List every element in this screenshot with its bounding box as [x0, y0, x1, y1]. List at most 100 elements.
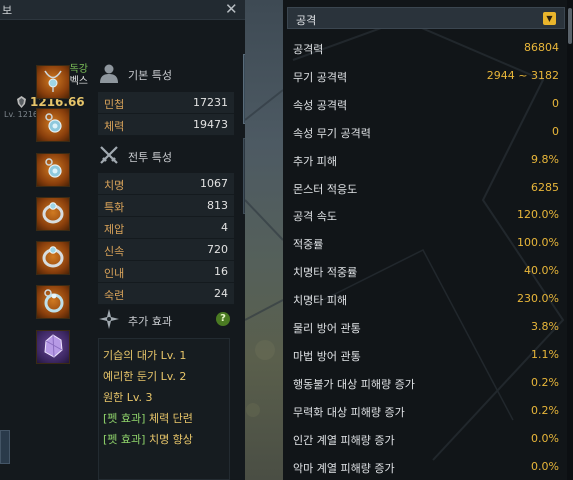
detail-stat-row[interactable]: 무력화 대상 피해량 증가 0.2%: [293, 398, 559, 424]
pet-effect-text: 체력 단련: [145, 412, 193, 425]
pet-effect: [펫 효과] 치명 향상: [103, 431, 193, 447]
detail-stat-label: 치명타 적중률: [293, 266, 358, 280]
combat-stat-value: 4: [221, 221, 228, 234]
combat-stat-value: 1067: [200, 177, 228, 190]
necklace-slot[interactable]: [36, 65, 70, 99]
extra-effects-header: 추가 효과 ?: [92, 302, 240, 338]
detail-stat-value: 9.8%: [531, 152, 559, 166]
combat-stat-row[interactable]: 신속 720: [98, 239, 234, 261]
world-map-background: [244, 0, 284, 480]
basic-stats-title: 기본 특성: [128, 69, 172, 82]
detail-stat-row[interactable]: 추가 피해 9.8%: [293, 147, 559, 173]
detail-stat-value: 100.0%: [517, 236, 559, 250]
detail-stat-value: 0: [552, 96, 559, 110]
detail-stat-label: 물리 방어 관통: [293, 322, 361, 335]
detail-stat-row[interactable]: 인간 계열 피해량 증가 0.0%: [293, 426, 559, 452]
ring-slot-2[interactable]: [36, 241, 70, 275]
stat-category-dropdown[interactable]: 공격 ▼: [287, 7, 565, 29]
detail-stat-label: 치명타 피해: [293, 294, 348, 308]
detail-stat-value: 6285: [531, 180, 559, 194]
detail-stat-value: 230.0%: [517, 292, 559, 306]
detail-stat-row[interactable]: 치명타 피해 230.0%: [293, 286, 559, 312]
detail-stat-row[interactable]: 속성 공격력 0: [293, 91, 559, 117]
bracelet-slot[interactable]: [36, 285, 70, 319]
detail-stat-label: 인간 계열 피해량 증가: [293, 433, 395, 447]
window-title-bar: 보 ✕: [0, 0, 245, 20]
detail-stat-label: 공격 속도: [293, 210, 337, 224]
bracelet-icon: [40, 288, 66, 317]
detail-stat-label: 속성 공격력: [293, 98, 348, 112]
combat-stat-row[interactable]: 인내 16: [98, 261, 234, 283]
earring-slot-1[interactable]: [36, 108, 70, 142]
detail-stat-row[interactable]: 공격력 86804: [293, 35, 559, 61]
detail-stat-value: 3.8%: [531, 320, 559, 333]
detail-stat-value: 0.2%: [531, 375, 559, 389]
detail-stat-label: 무기 공격력: [293, 70, 348, 84]
detail-stat-row[interactable]: 공격 속도 120.0%: [293, 202, 559, 228]
detail-stat-row[interactable]: 행동불가 대상 피해량 증가 0.2%: [293, 370, 559, 396]
stat-category-label: 공격: [296, 14, 317, 27]
earring-slot-2[interactable]: [36, 153, 70, 187]
pet-effect-tag: [펫 효과]: [103, 412, 146, 425]
detail-stat-value: 86804: [524, 41, 559, 54]
earring-icon: [40, 111, 66, 140]
detail-stat-row[interactable]: 속성 무기 공격력 0: [293, 119, 559, 145]
detail-scrollbar[interactable]: [567, 0, 573, 480]
pet-effect-tag: [펫 효과]: [103, 433, 146, 446]
engraving-effect: 예리한 둔기 Lv. 2: [103, 370, 187, 383]
help-icon[interactable]: ?: [216, 312, 230, 326]
stone-slot[interactable]: [36, 330, 70, 364]
detail-stat-label: 무력화 대상 피해량 증가: [293, 405, 405, 419]
scrollbar-thumb[interactable]: [568, 8, 572, 44]
detail-stat-label: 악마 계열 피해량 증가: [293, 461, 395, 475]
close-icon[interactable]: ✕: [225, 0, 238, 18]
detail-stat-row[interactable]: 악마 계열 피해량 증가 0.0%: [293, 454, 559, 480]
basic-stat-label: 체력: [104, 120, 125, 133]
detail-stat-value: 2944 ~ 3182: [486, 68, 559, 82]
ring-icon: [40, 200, 66, 229]
window-title: 보: [2, 4, 13, 17]
combat-stat-label: 인내: [104, 267, 125, 280]
detail-stat-value: 0: [552, 124, 559, 138]
item-level-icon: [17, 96, 26, 108]
character-window: 보 ✕ 독강 벡스 1216.66 Lv. 1216.66 달성 기본 특성 민…: [0, 0, 245, 480]
person-icon: [100, 64, 118, 83]
combat-stat-row[interactable]: 치명 1067: [98, 173, 234, 195]
ring-icon: [40, 244, 66, 273]
detail-stat-label: 속성 무기 공격력: [293, 126, 371, 140]
detail-stat-label: 공격력: [293, 43, 324, 56]
detail-stat-row[interactable]: 무기 공격력 2944 ~ 3182: [293, 63, 559, 89]
combat-stat-value: 720: [207, 243, 228, 256]
detail-stat-row[interactable]: 물리 방어 관통 3.8%: [293, 314, 559, 340]
detail-stat-value: 120.0%: [517, 208, 559, 222]
basic-stat-row[interactable]: 민첩 17231: [98, 92, 234, 114]
partial-slot[interactable]: [0, 430, 10, 464]
detail-stat-label: 적중률: [293, 238, 324, 252]
basic-stat-row[interactable]: 체력 19473: [98, 114, 234, 136]
detail-stat-row[interactable]: 몬스터 적응도 6285: [293, 175, 559, 201]
stats-panel: 기본 특성 민첩 17231 체력 19473 전투 특성 치명 1067 특화 813 제압…: [92, 56, 240, 480]
combat-stats-title: 전투 특성: [128, 151, 172, 164]
basic-stat-value: 17231: [193, 96, 228, 109]
basic-stats-header: 기본 특성: [92, 56, 240, 92]
detail-stat-value: 0.2%: [531, 403, 559, 417]
ability-stone-icon: [40, 333, 66, 362]
combat-stat-row[interactable]: 특화 813: [98, 195, 234, 217]
combat-stat-row[interactable]: 제압 4: [98, 217, 234, 239]
engraving-effect: 원한 Lv. 3: [103, 391, 153, 404]
detail-stats-panel: 공격 ▼ 공격력 86804 무기 공격력 2944 ~ 3182 속성 공격력 0 속성 …: [283, 0, 573, 480]
detail-stat-row[interactable]: 마법 방어 관통 1.1%: [293, 342, 559, 368]
detail-stat-value: 1.1%: [531, 347, 559, 361]
basic-stat-value: 19473: [193, 118, 228, 131]
ring-slot-1[interactable]: [36, 197, 70, 231]
extra-effects-title: 추가 효과: [128, 315, 172, 328]
detail-stat-row[interactable]: 적중률 100.0%: [293, 230, 559, 256]
combat-stat-label: 제압: [104, 223, 125, 236]
detail-stat-label: 마법 방어 관통: [293, 349, 361, 363]
detail-stat-row[interactable]: 치명타 적중률 40.0%: [293, 258, 559, 284]
earring-icon: [40, 156, 66, 185]
engraving-effect: 기습의 대가 Lv. 1: [103, 349, 187, 362]
pet-effect-text: 치명 향상: [145, 433, 193, 446]
necklace-icon: [40, 68, 66, 97]
detail-stat-value: 0.0%: [531, 431, 559, 445]
